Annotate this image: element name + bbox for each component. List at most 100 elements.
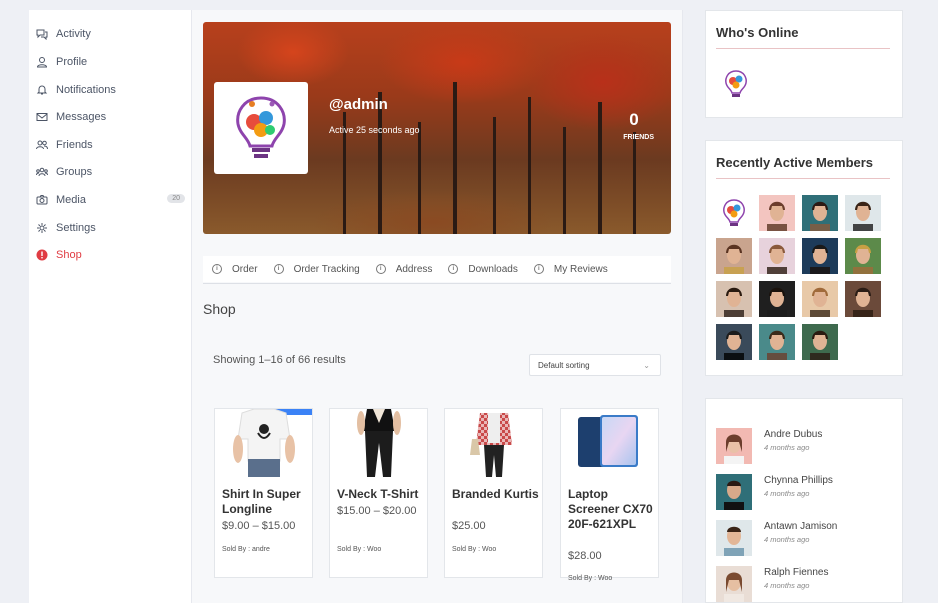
product-image[interactable] <box>215 409 312 477</box>
camera-icon <box>35 193 49 207</box>
member-last-active: 4 months ago <box>764 535 810 544</box>
sidebar-item-shop[interactable]: Shop <box>35 245 185 265</box>
info-circle-icon: i <box>533 264 544 274</box>
results-count: Showing 1–16 of 66 results <box>213 354 346 366</box>
shop-title: Shop <box>203 301 236 317</box>
member-name[interactable]: Andre Dubus <box>764 429 822 440</box>
left-sidebar: Activity Profile Notifications Messages … <box>29 10 192 603</box>
product-name[interactable]: Shirt In Super Longline <box>222 487 310 517</box>
sidebar-item-label: Messages <box>56 111 107 123</box>
sidebar-item-label: Settings <box>56 222 96 234</box>
user-icon <box>35 55 49 69</box>
product-name[interactable]: Branded Kurtis <box>452 487 540 502</box>
online-member-avatar[interactable] <box>718 66 754 102</box>
sidebar-item-label: Notifications <box>56 84 116 96</box>
member-name[interactable]: Antawn Jamison <box>764 521 837 532</box>
sidebar-item-notifications[interactable]: Notifications <box>35 80 185 100</box>
subnav-my-reviews[interactable]: i My Reviews <box>533 264 608 275</box>
recent-member-avatar[interactable] <box>845 281 881 317</box>
widget-title-underline <box>716 48 890 49</box>
info-circle-icon: i <box>375 264 386 274</box>
sidebar-item-label: Shop <box>56 249 82 261</box>
profile-last-active: Active 25 seconds ago <box>329 125 420 135</box>
subnav-divider <box>203 283 671 284</box>
recently-active-widget: Recently Active Members <box>705 140 903 376</box>
recent-member-avatar[interactable] <box>759 324 795 360</box>
sidebar-item-profile[interactable]: Profile <box>35 52 185 72</box>
sidebar-item-groups[interactable]: Groups <box>35 162 185 182</box>
member-name[interactable]: Chynna Phillips <box>764 475 833 486</box>
sidebar-item-messages[interactable]: Messages <box>35 107 185 127</box>
bulb-logo-icon <box>236 96 286 158</box>
sidebar-item-friends[interactable]: Friends <box>35 135 185 155</box>
product-card[interactable]: Shirt In Super Longline $9.00 – $15.00 S… <box>214 408 313 578</box>
widget-title: Recently Active Members <box>716 155 874 170</box>
product-card[interactable]: V-Neck T-Shirt $15.00 – $20.00 Sold By :… <box>329 408 428 578</box>
recent-member-avatar[interactable] <box>716 324 752 360</box>
member-last-active: 4 months ago <box>764 489 810 498</box>
product-name[interactable]: V-Neck T-Shirt <box>337 487 425 502</box>
friends-label: FRIENDS <box>623 134 654 141</box>
recent-member-avatar[interactable] <box>759 195 795 231</box>
product-price: $15.00 – $20.00 <box>337 505 417 517</box>
whos-online-widget: Who's Online <box>705 10 903 118</box>
recent-member-avatar[interactable] <box>802 281 838 317</box>
info-circle-icon: i <box>273 264 284 274</box>
member-last-active: 4 months ago <box>764 581 810 590</box>
product-vendor: Sold By : Woo <box>568 575 613 582</box>
sidebar-item-settings[interactable]: Settings <box>35 218 185 238</box>
subnav-order-tracking[interactable]: i Order Tracking <box>273 264 360 275</box>
sidebar-item-label: Groups <box>56 166 93 178</box>
member-last-active: 4 months ago <box>764 443 810 452</box>
recent-member-avatar[interactable] <box>759 281 795 317</box>
product-vendor: Sold By : Woo <box>337 546 382 553</box>
profile-avatar[interactable] <box>214 82 308 174</box>
recent-member-avatar[interactable] <box>716 195 752 231</box>
product-price: $28.00 <box>568 550 602 562</box>
product-image[interactable] <box>445 409 542 477</box>
sidebar-item-label: Profile <box>56 56 88 68</box>
sidebar-item-label: Friends <box>56 139 93 151</box>
sidebar-item-activity[interactable]: Activity <box>35 24 185 44</box>
product-price: $25.00 <box>452 520 486 532</box>
bell-icon <box>35 83 49 97</box>
member-avatar[interactable] <box>716 428 752 464</box>
subnav-downloads[interactable]: i Downloads <box>448 264 518 275</box>
subnav-address[interactable]: i Address <box>375 264 432 275</box>
member-avatar[interactable] <box>716 474 752 510</box>
recent-member-avatar[interactable] <box>716 238 752 274</box>
product-vendor: Sold By : andre <box>222 546 270 553</box>
sort-select[interactable]: Default sorting ⌄ <box>529 354 661 376</box>
sidebar-item-label: Media <box>56 194 86 206</box>
sidebar-item-media[interactable]: Media 20 <box>35 190 185 210</box>
members-widget: Andre Dubus 4 months ago Chynna Phillips… <box>705 398 903 603</box>
group-icon <box>35 165 49 179</box>
main-content: @admin Active 25 seconds ago 0 FRIENDS i… <box>192 10 683 603</box>
profile-cover-image: @admin Active 25 seconds ago 0 FRIENDS <box>203 22 671 234</box>
recent-member-avatar[interactable] <box>845 195 881 231</box>
info-circle-icon: i <box>448 264 459 274</box>
gear-icon <box>35 221 49 235</box>
envelope-icon <box>35 110 49 124</box>
subnav-order[interactable]: i Order <box>212 264 258 275</box>
product-card[interactable]: Branded Kurtis $25.00 Sold By : Woo <box>444 408 543 578</box>
recent-member-avatar[interactable] <box>802 195 838 231</box>
recent-member-avatar[interactable] <box>759 238 795 274</box>
product-price: $9.00 – $15.00 <box>222 520 296 532</box>
product-name[interactable]: Laptop Screener CX70 20F-621XPL <box>568 487 656 532</box>
product-card[interactable]: Laptop Screener CX70 20F-621XPL $28.00 S… <box>560 408 659 582</box>
recent-member-avatar[interactable] <box>716 281 752 317</box>
product-image[interactable] <box>330 409 427 477</box>
media-count-badge: 20 <box>167 194 185 203</box>
member-avatar[interactable] <box>716 520 752 556</box>
recent-member-avatar[interactable] <box>845 238 881 274</box>
profile-username: @admin <box>329 96 388 113</box>
product-image[interactable] <box>561 409 658 477</box>
recent-member-avatar[interactable] <box>802 324 838 360</box>
sidebar-item-label: Activity <box>56 28 91 40</box>
widget-title-underline <box>716 178 890 179</box>
chevron-down-icon: ⌄ <box>643 361 650 370</box>
recent-member-avatar[interactable] <box>802 238 838 274</box>
member-name[interactable]: Ralph Fiennes <box>764 567 828 578</box>
member-avatar[interactable] <box>716 566 752 602</box>
